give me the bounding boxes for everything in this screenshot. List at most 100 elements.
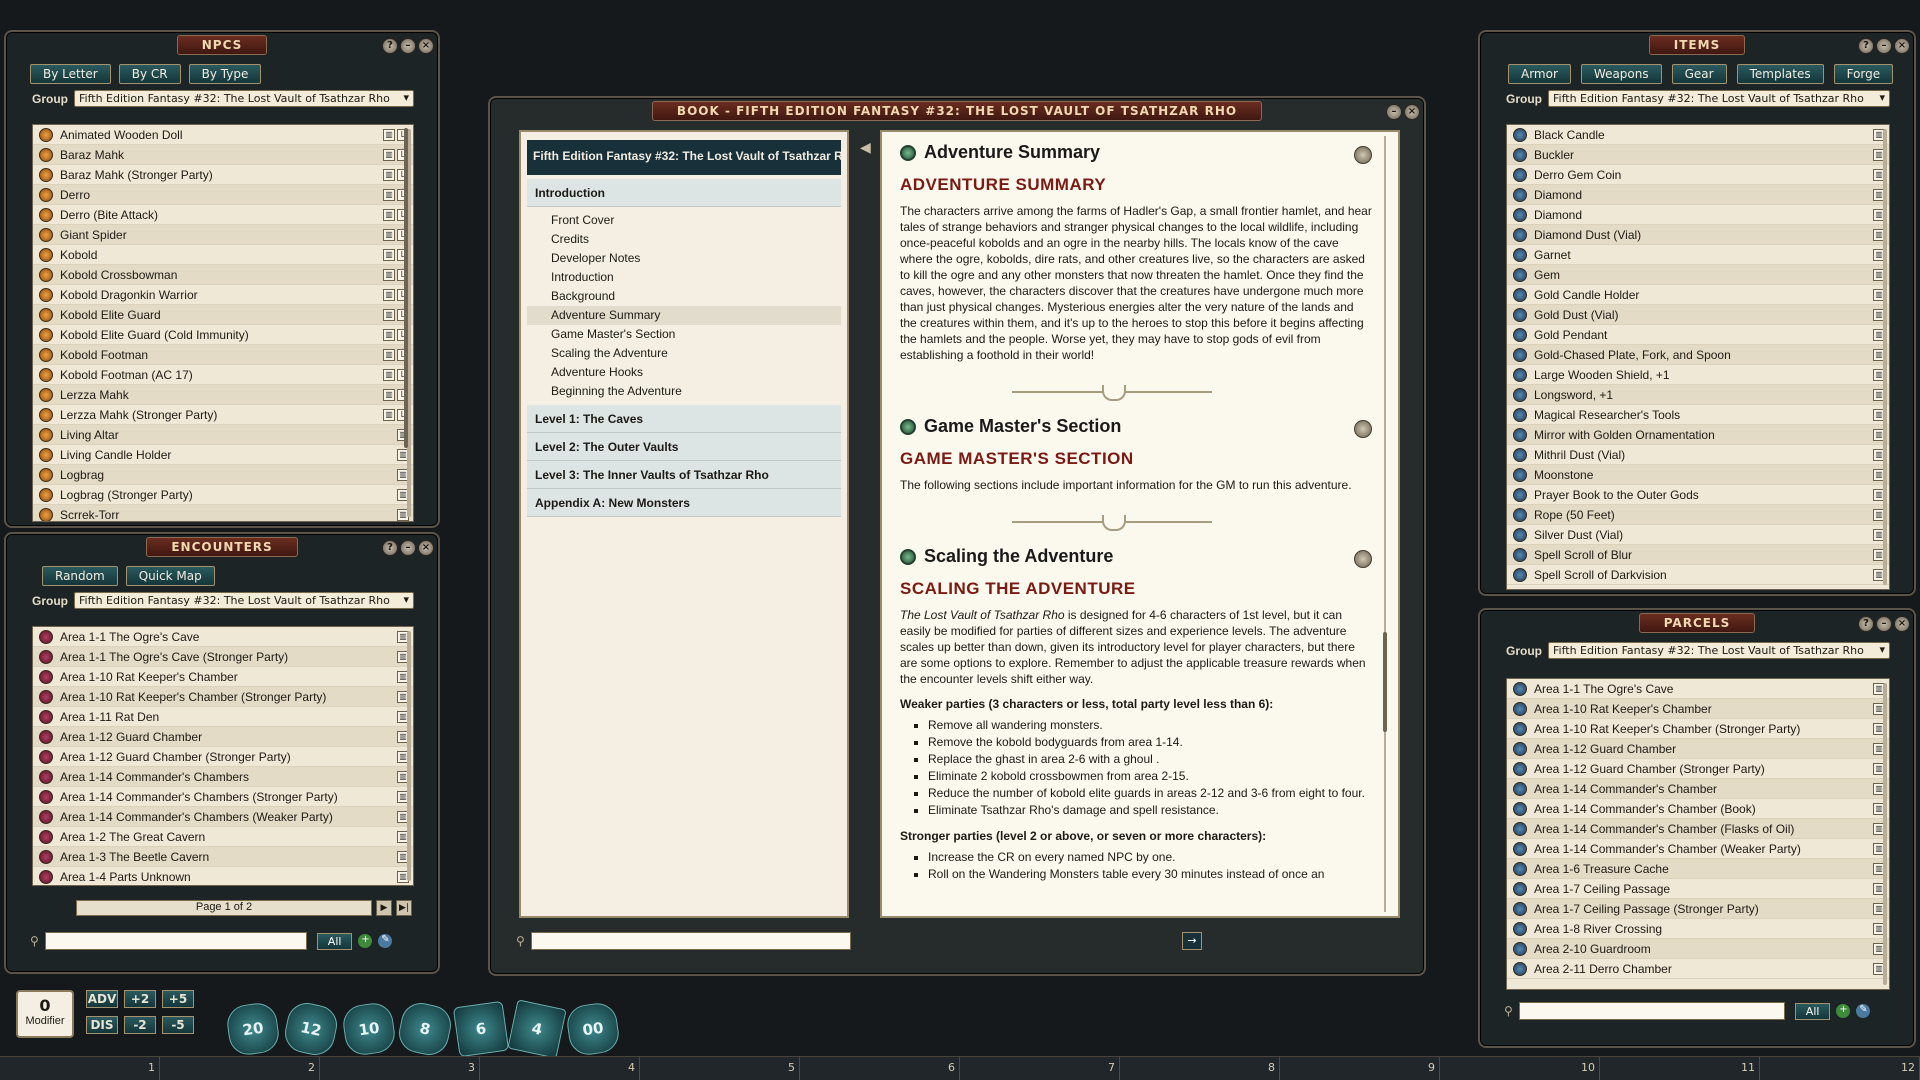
list-item[interactable]: Diamond ▥ (1507, 185, 1889, 205)
list-item[interactable]: Area 1-14 Commander's Chambers (Stronger… (33, 787, 413, 807)
group-select[interactable]: Fifth Edition Fantasy #32: The Lost Vaul… (74, 592, 414, 609)
minus-2-button[interactable]: -2 (124, 1016, 156, 1034)
list-item[interactable]: Living Altar ▥ (33, 425, 413, 445)
open-record-icon[interactable]: ▥ (383, 388, 395, 401)
open-record-icon[interactable]: ▥ (383, 328, 395, 341)
hotkey-slot[interactable]: 2 (160, 1057, 320, 1080)
list-item[interactable]: Area 1-12 Guard Chamber ▥ (33, 727, 413, 747)
open-record-icon[interactable]: ▥ (383, 268, 395, 281)
list-item[interactable]: Area 1-3 The Beetle Cavern ▥ (33, 847, 413, 867)
link-icon[interactable] (1354, 420, 1372, 438)
list-item[interactable]: Large Wooden Shield, +1 ▥ (1507, 365, 1889, 385)
list-item[interactable]: Area 2-10 Guardroom ▥ (1507, 939, 1889, 959)
list-item[interactable]: Gold-Chased Plate, Fork, and Spoon ▥ (1507, 345, 1889, 365)
toc-item[interactable]: Game Master's Section (527, 325, 841, 344)
group-select[interactable]: Fifth Edition Fantasy #32: The Lost Vaul… (1548, 642, 1890, 659)
hotkey-slot[interactable]: 1 (0, 1057, 160, 1080)
list-item[interactable]: Living Candle Holder ▥ (33, 445, 413, 465)
list-item[interactable]: Area 1-10 Rat Keeper's Chamber ▥ (33, 667, 413, 687)
list-item[interactable]: Lerzza Mahk (Stronger Party) ▥ L (33, 405, 413, 425)
hotkey-slot[interactable]: 12 (1760, 1057, 1920, 1080)
toc-item[interactable]: Developer Notes (527, 249, 841, 268)
list-item[interactable]: Diamond Dust (Vial) ▥ (1507, 225, 1889, 245)
search-input[interactable] (1518, 1002, 1785, 1020)
d10-die-icon[interactable]: 10 (340, 1000, 398, 1058)
open-record-icon[interactable]: ▥ (383, 128, 395, 141)
hotkey-slot[interactable]: 4 (480, 1057, 640, 1080)
hotkey-slot[interactable]: 8 (1120, 1057, 1280, 1080)
tab-weapons[interactable]: Weapons (1580, 64, 1662, 84)
list-item[interactable]: Black Candle ▥ (1507, 125, 1889, 145)
minimize-icon[interactable]: – (400, 38, 416, 54)
list-item[interactable]: Baraz Mahk (Stronger Party) ▥ L (33, 165, 413, 185)
list-item[interactable]: Gold Candle Holder ▥ (1507, 285, 1889, 305)
plus-2-button[interactable]: +2 (124, 990, 156, 1008)
list-item[interactable]: Kobold Dragonkin Warrior ▥ L (33, 285, 413, 305)
help-icon[interactable]: ? (382, 38, 398, 54)
tab-templates[interactable]: Templates (1736, 64, 1824, 84)
open-record-icon[interactable]: ▥ (383, 368, 395, 381)
help-icon[interactable]: ? (1858, 38, 1874, 54)
filter-all-button[interactable]: All (1794, 1002, 1831, 1020)
toc-item[interactable]: Introduction (527, 268, 841, 287)
book-search-input[interactable] (530, 932, 851, 950)
list-item[interactable]: Kobold ▥ L (33, 245, 413, 265)
tab-by-type[interactable]: By Type (188, 64, 262, 84)
open-record-icon[interactable]: ▥ (383, 248, 395, 261)
last-page-button[interactable]: ▶| (396, 900, 412, 916)
close-icon[interactable]: × (1894, 616, 1910, 632)
close-icon[interactable]: × (1894, 38, 1910, 54)
list-item[interactable]: Area 1-12 Guard Chamber ▥ (1507, 739, 1889, 759)
hotkey-slot[interactable]: 9 (1280, 1057, 1440, 1080)
help-icon[interactable]: ? (382, 540, 398, 556)
list-item[interactable]: Magical Researcher's Tools ▥ (1507, 405, 1889, 425)
group-select[interactable]: Fifth Edition Fantasy #32: The Lost Vaul… (74, 90, 414, 107)
list-item[interactable]: Gem ▥ (1507, 265, 1889, 285)
list-item[interactable]: Area 1-14 Commander's Chamber ▥ (1507, 779, 1889, 799)
list-item[interactable]: Area 1-14 Commander's Chambers ▥ (33, 767, 413, 787)
open-record-icon[interactable]: ▥ (383, 168, 395, 181)
d20-die-icon[interactable]: 20 (224, 1000, 282, 1058)
list-item[interactable]: Diamond ▥ (1507, 205, 1889, 225)
close-icon[interactable]: × (418, 38, 434, 54)
tab-armor[interactable]: Armor (1508, 64, 1571, 84)
toc-item[interactable]: Adventure Summary (527, 306, 841, 325)
list-item[interactable]: Baraz Mahk ▥ L (33, 145, 413, 165)
open-record-icon[interactable]: ▥ (383, 288, 395, 301)
scrollbar[interactable] (1883, 129, 1887, 585)
disadvantage-button[interactable]: DIS (86, 1016, 118, 1034)
modifier-box[interactable]: 0 Modifier (16, 990, 74, 1038)
edit-icon[interactable]: ✎ (1856, 1004, 1871, 1018)
list-item[interactable]: Derro Gem Coin ▥ (1507, 165, 1889, 185)
list-item[interactable]: Area 1-7 Ceiling Passage (Stronger Party… (1507, 899, 1889, 919)
d12-die-icon[interactable]: 12 (281, 999, 341, 1059)
toc-item[interactable]: Scaling the Adventure (527, 344, 841, 363)
d4-die-icon[interactable]: 4 (507, 999, 567, 1059)
minimize-icon[interactable]: – (1876, 616, 1892, 632)
list-item[interactable]: Longsword, +1 ▥ (1507, 385, 1889, 405)
list-item[interactable]: Gold Pendant ▥ (1507, 325, 1889, 345)
tab-gear[interactable]: Gear (1671, 64, 1727, 84)
list-item[interactable]: Silver Dust (Vial) ▥ (1507, 525, 1889, 545)
edit-icon[interactable]: ✎ (378, 934, 393, 948)
toc-section-introduction[interactable]: Introduction (527, 179, 841, 207)
list-item[interactable]: Area 1-12 Guard Chamber (Stronger Party)… (33, 747, 413, 767)
list-item[interactable]: Area 2-11 Derro Chamber ▥ (1507, 959, 1889, 979)
toc-section[interactable]: Level 1: The Caves (527, 405, 841, 433)
list-item[interactable]: Logbrag (Stronger Party) ▥ (33, 485, 413, 505)
filter-all-button[interactable]: All (316, 932, 353, 950)
open-record-icon[interactable]: ▥ (383, 228, 395, 241)
list-item[interactable]: Area 1-10 Rat Keeper's Chamber (Stronger… (1507, 719, 1889, 739)
toc-item[interactable]: Front Cover (527, 211, 841, 230)
toc-section[interactable]: Appendix A: New Monsters (527, 489, 841, 517)
list-item[interactable]: Area 1-1 The Ogre's Cave ▥ (1507, 679, 1889, 699)
toc-item[interactable]: Beginning the Adventure (527, 382, 841, 401)
list-item[interactable]: Garnet ▥ (1507, 245, 1889, 265)
d8-die-icon[interactable]: 8 (395, 999, 455, 1059)
scrollbar[interactable] (1383, 632, 1387, 732)
minimize-icon[interactable]: – (400, 540, 416, 556)
open-record-icon[interactable]: ▥ (383, 348, 395, 361)
open-record-icon[interactable]: ▥ (383, 188, 395, 201)
next-page-button[interactable]: ▶ (376, 900, 392, 916)
list-item[interactable]: Area 1-1 The Ogre's Cave (Stronger Party… (33, 647, 413, 667)
